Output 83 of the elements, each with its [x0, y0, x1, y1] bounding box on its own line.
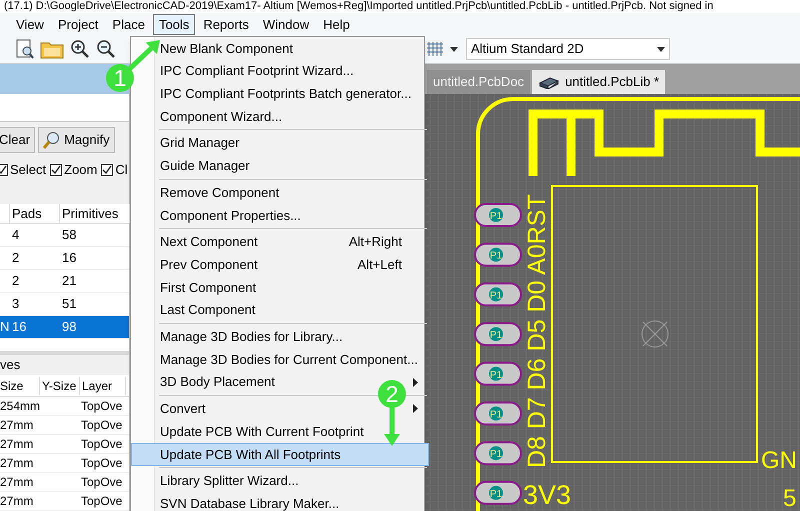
view-mode-dropdown[interactable]: Altium Standard 2D	[466, 38, 670, 60]
pad[interactable]	[474, 362, 522, 386]
table-row[interactable]: N 16 98	[0, 316, 129, 339]
menu-item[interactable]: Project	[52, 14, 104, 34]
pin-labels: D8 D7 D6 D5 D0 A0RST	[523, 194, 551, 468]
menu-item[interactable]: View	[10, 14, 50, 34]
pad-label: P1	[490, 488, 502, 500]
table-row[interactable]: 2 21	[0, 270, 129, 293]
table-cell-text: TopOve	[80, 398, 124, 415]
caret-icon[interactable]	[450, 46, 458, 52]
table-cell-text: 27mm	[0, 436, 34, 453]
pad[interactable]	[474, 282, 522, 306]
pad-label: P1	[490, 250, 502, 262]
checkbox-label: Select	[10, 161, 46, 180]
menu-item[interactable]: Update PCB With All Footprints	[131, 442, 429, 466]
pad-label: P1	[490, 370, 502, 381]
table-cell-text: N	[0, 318, 10, 336]
pad[interactable]	[474, 480, 522, 505]
checkbox[interactable]	[50, 164, 62, 176]
panel-field[interactable]	[0, 94, 129, 122]
column-header[interactable]: Size	[0, 376, 40, 394]
toolbar-button[interactable]: Magnify	[38, 127, 115, 153]
table-cell-text: 4	[11, 226, 20, 244]
table-cell-text: TopOve	[80, 455, 124, 472]
pad-label: P1	[490, 410, 502, 420]
table-cell-text: 27mm	[0, 455, 34, 472]
window-title: (17.1) D:\GoogleDrive\ElectronicCAD-2019\Exam17- Altium [Wemos+Reg]\Imported untitled.PrjPcb\untitled.PcbLib - untitled.PrjPcb. Not signed in	[0, 0, 800, 13]
table-row[interactable]: 2 16	[0, 247, 129, 270]
dropdown-caret-icon	[657, 46, 665, 52]
table-cell-text: 2	[11, 272, 20, 290]
table-row[interactable]: 3 51	[0, 293, 129, 316]
pin-label: GN	[761, 447, 797, 474]
menu-item[interactable]: Help	[317, 14, 356, 34]
column-header[interactable]: Y-Size	[40, 376, 80, 394]
table-cell-text: TopOve	[80, 436, 124, 453]
origin-marker-icon	[642, 320, 668, 348]
print-preview-icon[interactable]	[16, 39, 34, 59]
menu-item[interactable]: Reports	[197, 14, 255, 34]
table-cell-text: 16	[61, 249, 78, 268]
table-cell-text: 27mm	[0, 417, 34, 434]
pad[interactable]	[474, 402, 522, 426]
step-callout: 1	[106, 40, 160, 92]
toolbar-button[interactable]: Clear	[0, 127, 36, 153]
checkbox[interactable]	[101, 164, 114, 176]
table-cell-text: 58	[61, 226, 78, 244]
checkbox-label: Cl	[115, 161, 128, 180]
menu-item[interactable]: Tools	[152, 14, 196, 34]
pad-label: P1	[490, 330, 502, 342]
magnifier-icon	[43, 131, 62, 149]
table-cell-text: 27mm	[0, 493, 34, 510]
pad[interactable]	[474, 203, 522, 227]
pad-label: P1	[490, 449, 502, 460]
table-cell-text: 2	[11, 249, 20, 268]
document-tab[interactable]: untitled.PcbLib *	[532, 70, 666, 94]
column-header[interactable]: Layer	[80, 376, 126, 394]
chip-icon	[538, 75, 560, 89]
table-cell-text: 3	[11, 295, 20, 314]
column-header[interactable]: Pads	[10, 204, 60, 223]
table-cell-text: 98	[61, 318, 78, 336]
pad-label: P1	[490, 211, 502, 222]
table-cell-text: 16	[11, 318, 28, 336]
menu-item[interactable]: Window	[256, 14, 316, 34]
grid-icon[interactable]	[426, 41, 444, 57]
step-callout: 2	[378, 380, 406, 446]
pad[interactable]	[474, 322, 522, 346]
zoom-out-icon[interactable]	[96, 39, 116, 59]
pad[interactable]	[474, 441, 522, 466]
pad-label: P1	[490, 290, 502, 302]
table-cell-text: TopOve	[80, 474, 124, 491]
checkbox-label: Zoom	[64, 161, 98, 180]
table-cell-text: 254mm	[0, 398, 40, 415]
table-cell-text: 21	[61, 272, 78, 290]
pad[interactable]	[474, 242, 522, 267]
pin-label: 5	[783, 485, 796, 511]
table-cell-text: 27mm	[0, 474, 34, 491]
zoom-in-icon[interactable]	[70, 39, 90, 59]
table-cell-text: TopOve	[80, 493, 124, 510]
table-row[interactable]: 4 58	[0, 224, 129, 247]
table-cell-text: 51	[61, 295, 78, 314]
table-cell-text: TopOve	[80, 417, 124, 434]
pcb-canvas[interactable]: P1 P1 P1 P1 P1 P1 P1 P1 D8 D7 D6 D5 D0 A0RST 3V3 GN 5	[423, 94, 800, 511]
pin-label: 3V3	[523, 480, 572, 510]
menu-item[interactable]: Place	[106, 14, 151, 34]
